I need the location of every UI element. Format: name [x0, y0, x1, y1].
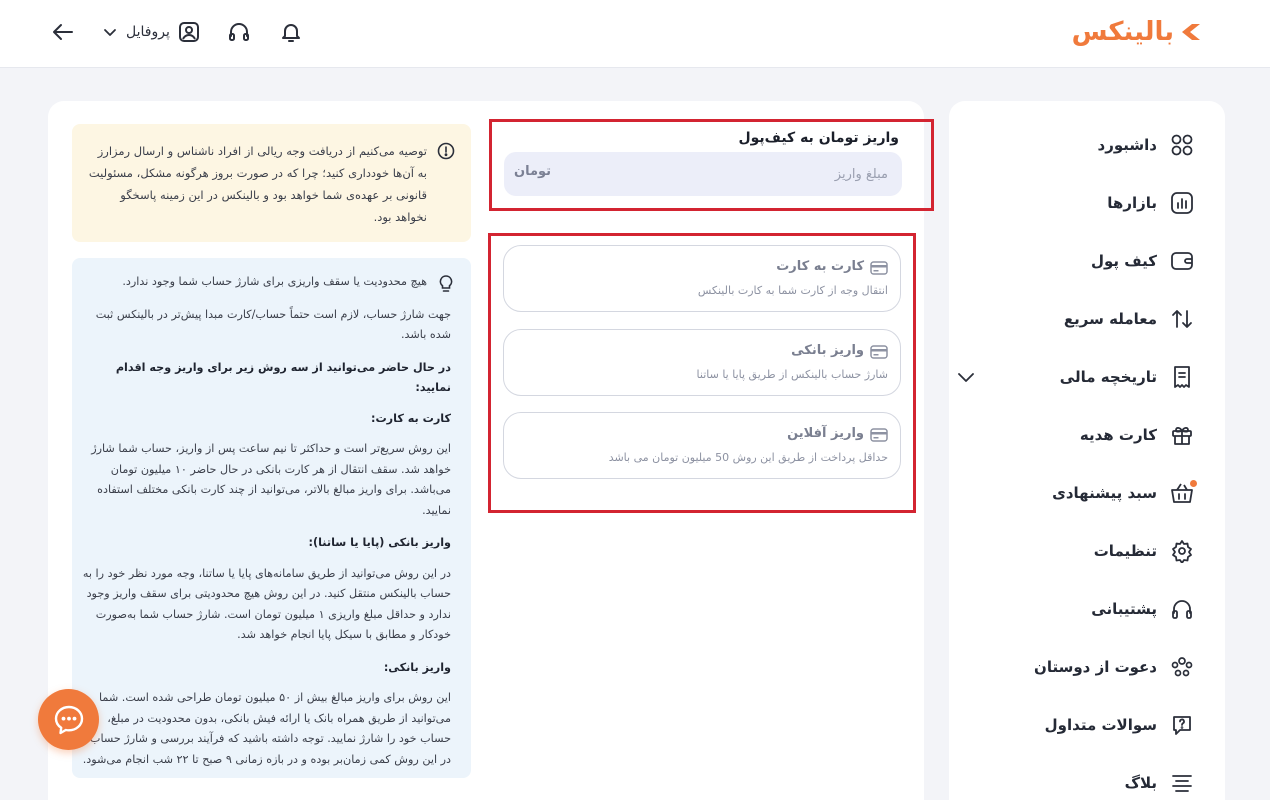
sidebar-nav: داشبورد بازارها کیف پول معامله سریع تاری… — [949, 101, 1225, 800]
deposit-amount-section: واریز تومان به کیف‌پول تومان — [489, 119, 934, 211]
info-section-heading: کارت به کارت: — [370, 411, 451, 425]
sidebar-item-gift-card[interactable]: کارت هدیه — [975, 420, 1195, 450]
profile-menu[interactable]: پروفایل — [102, 21, 200, 43]
arrow-left-icon — [53, 24, 73, 40]
deposit-info: هیچ محدودیت یا سقف واریزی برای شارژ حساب… — [72, 258, 471, 778]
gift-icon — [1169, 422, 1195, 448]
sidebar-item-label: تاریخچه مالی — [1059, 368, 1157, 386]
sidebar-item-dashboard[interactable]: داشبورد — [975, 130, 1195, 160]
headphones-icon — [1169, 596, 1195, 622]
deposit-title: واریز تومان به کیف‌پول — [738, 130, 899, 146]
brand-logo[interactable]: بالینکس — [1072, 12, 1204, 52]
info-section-body: این روش برای واریز مبالغ بیش از ۵۰ میلیو… — [82, 691, 451, 766]
users-icon — [1169, 654, 1195, 680]
headphones-icon — [228, 23, 249, 41]
sidebar-item-markets[interactable]: بازارها — [975, 188, 1195, 218]
question-icon — [1169, 712, 1195, 738]
basket-icon — [1169, 480, 1197, 506]
sidebar-item-label: سوالات متداول — [1044, 716, 1157, 734]
bank-card-icon — [870, 345, 888, 359]
logo-text: بالینکس — [1071, 17, 1174, 47]
swap-arrows-icon — [1169, 306, 1195, 332]
method-desc: شارژ حساب بالینکس از طریق پایا یا ساتنا — [696, 368, 888, 381]
bank-card-icon — [870, 261, 888, 275]
sidebar-item-financial-history[interactable]: تاریخچه مالی — [958, 362, 1195, 392]
sidebar-item-wallet[interactable]: کیف پول — [975, 246, 1195, 276]
sidebar-item-invite-friends[interactable]: دعوت از دوستان — [975, 652, 1195, 682]
bank-card-icon — [870, 428, 888, 442]
receipt-icon — [1169, 364, 1195, 390]
bell-icon — [281, 24, 300, 42]
info-section-body: در این روش می‌توانید از طریق سامانه‌های … — [82, 566, 451, 642]
info-section-heading: واریز بانکی (پایا یا ساتنا): — [308, 536, 451, 549]
sidebar-item-label: معامله سریع — [1063, 310, 1157, 328]
info-section-body: این روش سریع‌تر است و حداکثر تا نیم ساعت… — [91, 442, 451, 517]
chat-bubble-icon — [54, 705, 83, 734]
method-card-to-card[interactable]: کارت به کارت انتقال وجه از کارت شما به ک… — [503, 245, 901, 312]
method-title: کارت به کارت — [776, 259, 864, 274]
deposit-methods: کارت به کارت انتقال وجه از کارت شما به ک… — [488, 233, 916, 513]
sidebar-item-label: بازارها — [1107, 194, 1157, 212]
currency-label: تومان — [514, 164, 552, 179]
warning-notice: توصیه می‌کنیم از دریافت وجه ریالی از افر… — [72, 124, 471, 242]
chevron-down-icon[interactable] — [955, 366, 977, 388]
sidebar-item-label: بلاگ — [1124, 774, 1157, 792]
sidebar-item-label: کیف پول — [1091, 252, 1157, 270]
grid-icon — [1169, 132, 1195, 158]
method-desc: انتقال وجه از کارت شما به کارت بالینکس — [697, 284, 888, 297]
sidebar-item-label: داشبورد — [1097, 136, 1157, 154]
notifications-button[interactable] — [278, 19, 304, 45]
sidebar-item-label: پشتیبانی — [1091, 600, 1157, 618]
user-avatar-icon — [178, 22, 199, 42]
info-no-limit: هیچ محدودیت یا سقف واریزی برای شارژ حساب… — [122, 275, 427, 288]
back-arrow-button[interactable] — [50, 19, 76, 45]
info-methods-intro: در حال حاضر می‌توانید از سه روش زیر برای… — [115, 360, 451, 395]
info-section-heading: واریز بانکی: — [383, 660, 451, 674]
method-bank-transfer[interactable]: واریز بانکی شارژ حساب بالینکس از طریق پا… — [503, 329, 901, 396]
sidebar-item-label: کارت هدیه — [1079, 426, 1157, 444]
warning-text: توصیه می‌کنیم از دریافت وجه ریالی از افر… — [88, 144, 427, 224]
header-actions: پروفایل — [50, 14, 304, 50]
logo-mark-icon — [1182, 24, 1200, 40]
top-bar: بالینکس پروفایل — [0, 0, 1270, 68]
wallet-icon — [1169, 248, 1195, 274]
sidebar-item-settings[interactable]: تنظیمات — [975, 536, 1195, 566]
info-content: هیچ محدودیت یا سقف واریزی برای شارژ حساب… — [81, 272, 451, 782]
deposit-amount-input[interactable] — [504, 152, 902, 196]
sidebar-item-label: سبد پیشنهادی — [1052, 484, 1157, 502]
sidebar-item-suggested-basket[interactable]: سبد پیشنهادی — [975, 478, 1197, 508]
menu-lines-icon — [1169, 770, 1195, 796]
method-title: واریز آفلاین — [787, 426, 864, 441]
chat-support-button[interactable] — [38, 689, 99, 750]
chart-bars-icon — [1169, 190, 1195, 216]
support-headset-button[interactable] — [226, 19, 252, 45]
sidebar-item-label: دعوت از دوستان — [1034, 658, 1157, 676]
alert-circle-icon — [437, 142, 455, 160]
sidebar-item-quick-trade[interactable]: معامله سریع — [975, 304, 1195, 334]
method-title: واریز بانکی — [791, 343, 864, 358]
sidebar-item-label: تنظیمات — [1093, 542, 1157, 560]
chevron-down-icon — [104, 29, 116, 36]
method-desc: حداقل پرداخت از طریق این روش 50 میلیون ت… — [608, 451, 888, 464]
sidebar-item-support[interactable]: پشتیبانی — [975, 594, 1195, 624]
info-registered-account: جهت شارژ حساب، لازم است حتماً حساب/کارت … — [95, 307, 451, 342]
notification-dot — [1190, 480, 1197, 487]
gear-icon — [1169, 538, 1195, 564]
profile-label: پروفایل — [126, 24, 170, 40]
method-offline-deposit[interactable]: واریز آفلاین حداقل پرداخت از طریق این رو… — [503, 412, 901, 479]
sidebar-item-blog[interactable]: بلاگ — [975, 768, 1195, 798]
sidebar-item-faq[interactable]: سوالات متداول — [975, 710, 1195, 740]
